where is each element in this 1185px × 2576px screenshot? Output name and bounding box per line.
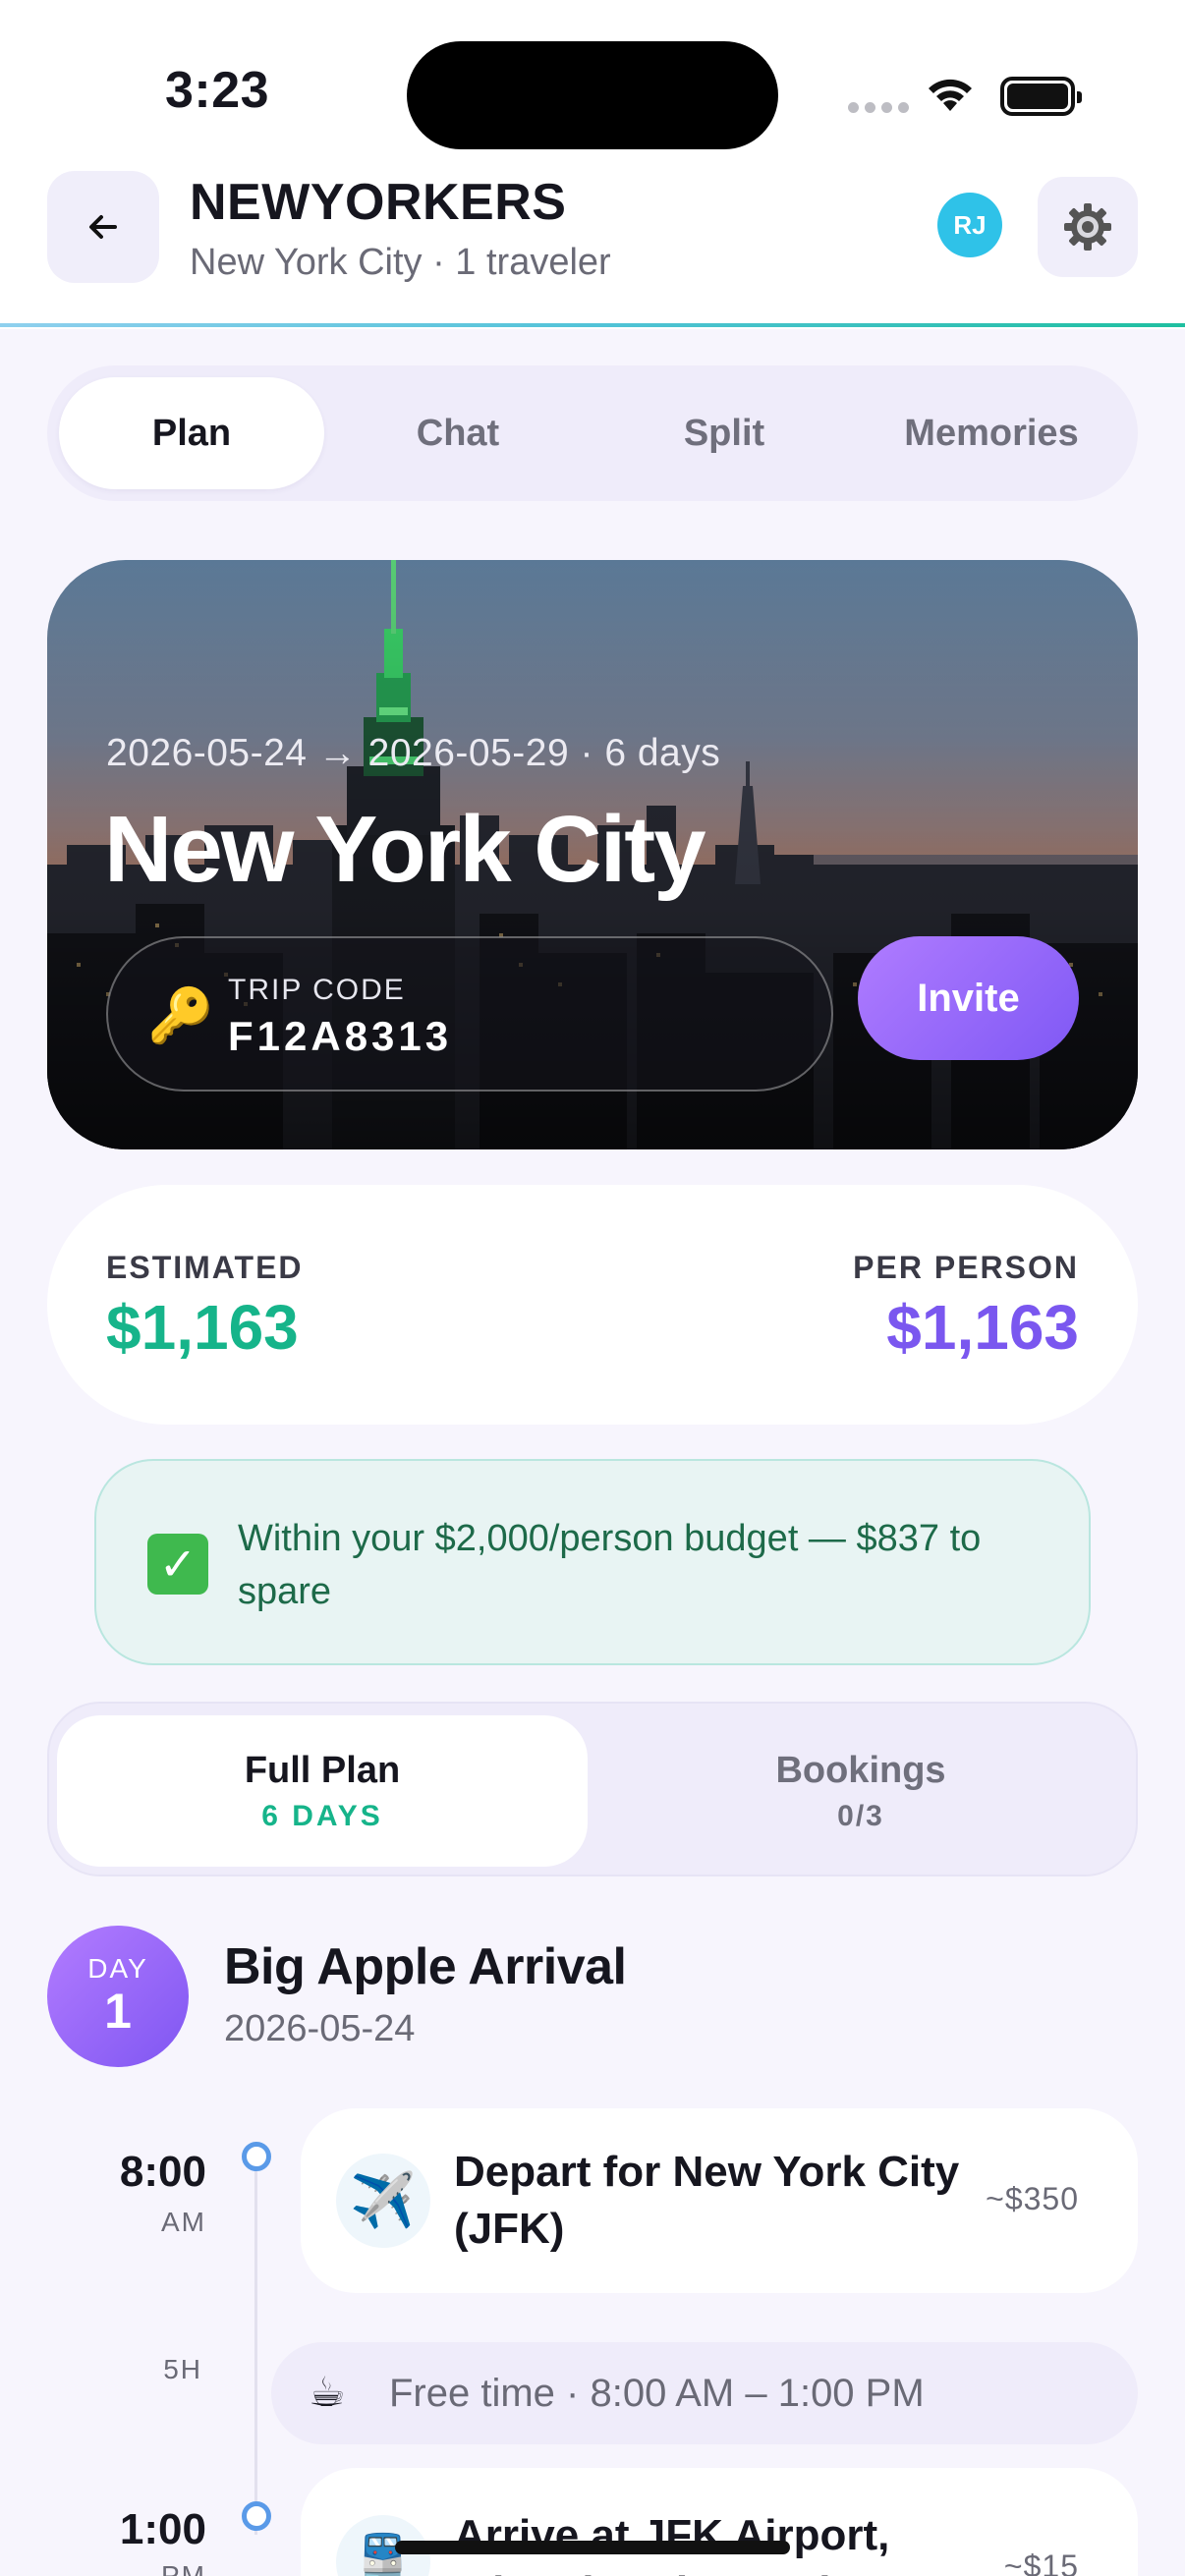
coffee-icon: ☕	[309, 2369, 346, 2415]
trip-code-value: F12A8313	[228, 1013, 453, 1059]
tab-memories[interactable]: Memories	[859, 377, 1124, 489]
per-person-value: $1,163	[886, 1292, 1079, 1363]
destination-title: New York City	[104, 797, 706, 902]
tab-chat[interactable]: Chat	[325, 377, 591, 489]
day-badge-label: DAY	[87, 1953, 148, 1984]
activity-cost: ~$350	[986, 2181, 1079, 2216]
full-plan-label: Full Plan	[244, 1749, 401, 1791]
activity-title: Depart for New York City (JFK)	[454, 2148, 960, 2253]
settings-button[interactable]	[1038, 177, 1138, 277]
trip-hero-card: 2026-05-24 → 2026-05-29 · 6 days New Yor…	[47, 560, 1138, 1149]
plan-view-toggle: Full Plan 6 DAYS Bookings 0/3	[47, 1702, 1138, 1876]
day-badge: DAY 1	[47, 1926, 189, 2067]
per-person-label: PER PERSON	[853, 1250, 1079, 1285]
estimated-label: ESTIMATED	[106, 1250, 304, 1285]
budget-notice: ✓ Within your $2,000/person budget — $83…	[94, 1459, 1091, 1665]
timeline-dot	[242, 2501, 271, 2531]
estimated-value: $1,163	[106, 1292, 299, 1363]
bookings-label: Bookings	[775, 1749, 946, 1791]
bookings-count: 0/3	[837, 1799, 884, 1832]
timeline-time: 8:00	[119, 2148, 206, 2196]
check-icon: ✓	[147, 1534, 208, 1595]
wifi-icon	[924, 74, 977, 118]
gear-icon	[1064, 203, 1111, 251]
trip-code-box[interactable]: 🔑 TRIP CODE F12A8313	[106, 936, 833, 1092]
timeline-time: 1:00	[119, 2505, 206, 2553]
timeline-dot	[242, 2142, 271, 2171]
free-time-duration: 5H	[163, 2354, 202, 2384]
arrow-left-icon	[89, 215, 117, 239]
trip-subtitle: New York City · 1 traveler	[190, 242, 611, 283]
avatar[interactable]: RJ	[937, 193, 1002, 257]
tab-bookings[interactable]: Bookings 0/3	[595, 1715, 1126, 1867]
dynamic-island	[407, 41, 778, 149]
trip-dates: 2026-05-24 → 2026-05-29 · 6 days	[106, 732, 721, 774]
day-date: 2026-05-24	[224, 2008, 416, 2049]
main-tab-bar: Plan Chat Split Memories	[47, 365, 1138, 501]
budget-notice-text: Within your $2,000/person budget — $837 …	[238, 1518, 982, 1612]
day-title: Big Apple Arrival	[224, 1938, 627, 1995]
activity-card[interactable]: ✈️ Depart for New York City (JFK) ~$350	[301, 2108, 1138, 2293]
cellular-signal-icon	[848, 102, 909, 113]
activity-cost: ~$15	[1003, 2548, 1079, 2576]
trip-title: NEWYORKERS	[190, 174, 567, 231]
activity-card[interactable]: 🚆 Arrive at JFK Airport, take AirTrain +…	[301, 2468, 1138, 2576]
battery-icon	[1000, 77, 1082, 116]
status-time: 3:23	[165, 62, 270, 119]
airplane-icon: ✈️	[336, 2154, 430, 2248]
timeline-line	[254, 2161, 257, 2535]
invite-button[interactable]: Invite	[858, 936, 1079, 1060]
trip-code-label: TRIP CODE	[228, 974, 406, 1006]
key-icon: 🔑	[147, 986, 214, 1045]
timeline-ampm: AM	[161, 2207, 206, 2237]
cost-estimate-card: ESTIMATED $1,163 PER PERSON $1,163	[47, 1185, 1138, 1425]
header-divider	[0, 323, 1185, 327]
timeline-ampm: PM	[161, 2560, 206, 2576]
free-time-text: Free time · 8:00 AM – 1:00 PM	[389, 2372, 925, 2415]
back-button[interactable]	[47, 171, 159, 283]
full-plan-days: 6 DAYS	[261, 1799, 383, 1832]
day-badge-number: 1	[104, 1984, 132, 2039]
tab-full-plan[interactable]: Full Plan 6 DAYS	[57, 1715, 588, 1867]
tab-split[interactable]: Split	[592, 377, 857, 489]
tab-plan[interactable]: Plan	[59, 377, 324, 489]
free-time-pill[interactable]: ☕ Free time · 8:00 AM – 1:00 PM	[271, 2342, 1138, 2444]
home-indicator	[395, 2541, 790, 2554]
